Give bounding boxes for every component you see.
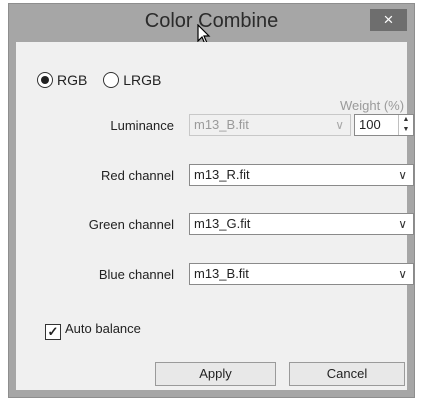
green-channel-select[interactable]: m13_G.fit ∨ — [189, 213, 414, 235]
window-title: Color Combine — [144, 10, 279, 32]
color-combine-dialog: Color Combine × RGB LRGB Weight (%) Lumi… — [9, 4, 414, 397]
red-channel-label: Red channel — [101, 168, 174, 183]
radio-rgb-label[interactable]: RGB — [57, 72, 87, 88]
spinner-arrows-icon[interactable]: ▲ ▼ — [398, 115, 413, 135]
close-button[interactable]: × — [370, 9, 407, 31]
mode-selector: RGB LRGB — [37, 72, 173, 88]
green-channel-label: Green channel — [88, 217, 174, 232]
luminance-weight-spinner[interactable]: 100 ▲ ▼ — [354, 114, 414, 136]
blue-channel-label: Blue channel — [98, 267, 174, 282]
auto-balance-check-indicator[interactable]: ✓ — [45, 324, 61, 340]
luminance-label: Luminance — [110, 118, 174, 133]
blue-channel-select[interactable]: m13_B.fit ∨ — [189, 263, 414, 285]
radio-rgb[interactable]: RGB — [37, 72, 103, 88]
dialog-body: RGB LRGB Weight (%) Luminance m13_B.fit … — [16, 42, 414, 390]
weight-label: Weight (%) — [340, 98, 405, 113]
cancel-button[interactable]: Cancel — [289, 362, 405, 386]
luminance-weight-value[interactable]: 100 — [359, 117, 381, 132]
chevron-down-icon[interactable]: ∨ — [398, 214, 407, 234]
luminance-select: m13_B.fit ∨ — [189, 114, 351, 136]
radio-lrgb[interactable]: LRGB — [103, 72, 173, 88]
red-channel-value[interactable]: m13_R.fit — [194, 167, 250, 182]
green-channel-value[interactable]: m13_G.fit — [194, 216, 250, 231]
chevron-down-icon: ∨ — [335, 118, 344, 132]
close-icon: × — [383, 10, 394, 29]
luminance-value: m13_B.fit — [194, 117, 249, 132]
auto-balance-label[interactable]: Auto balance — [65, 321, 141, 336]
chevron-down-icon[interactable]: ∨ — [398, 165, 407, 185]
title-bar[interactable]: Color Combine × — [9, 4, 414, 42]
radio-rgb-indicator[interactable] — [37, 72, 53, 88]
red-channel-select[interactable]: m13_R.fit ∨ — [189, 164, 414, 186]
apply-button[interactable]: Apply — [155, 362, 276, 386]
radio-lrgb-label[interactable]: LRGB — [123, 72, 161, 88]
chevron-down-icon[interactable]: ∨ — [398, 264, 407, 284]
blue-channel-value[interactable]: m13_B.fit — [194, 266, 249, 281]
auto-balance-checkbox[interactable]: ✓ Auto balance — [45, 321, 141, 340]
radio-lrgb-indicator[interactable] — [103, 72, 120, 88]
